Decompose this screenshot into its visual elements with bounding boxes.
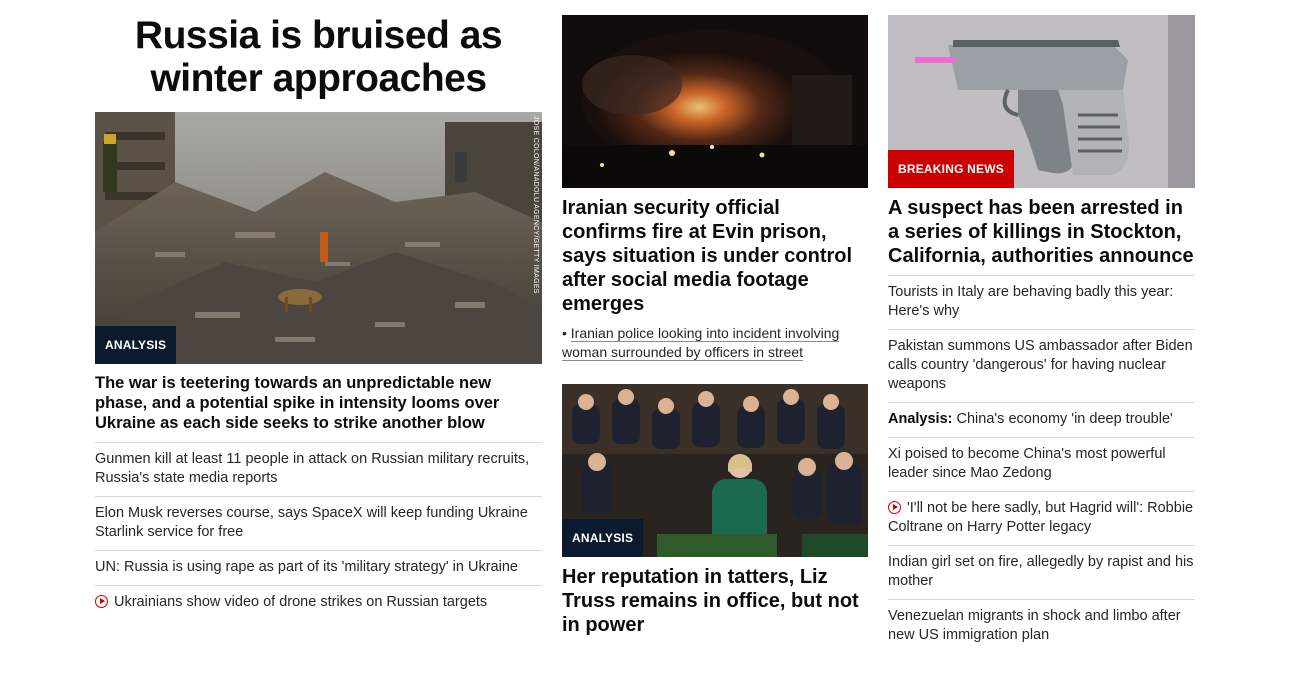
list-item-video[interactable]: 'I'll not be here sadly, but Hagrid will… [888, 492, 1195, 546]
list-item-prefix: Analysis: [888, 411, 953, 427]
gun-photo[interactable]: BREAKING NEWS [888, 15, 1195, 188]
related-link[interactable]: • Iranian police looking into incident i… [562, 324, 868, 362]
list-item-label: China's economy 'in deep trouble' [952, 411, 1173, 427]
column-ukraine: Russia is bruised as winter approaches J… [95, 0, 542, 620]
list-item-label: 'I'll not be here sadly, but Hagrid will… [888, 500, 1194, 535]
list-item-label: Ukrainians show video of drone strikes o… [114, 594, 488, 610]
list-item[interactable]: Indian girl set on fire, allegedly by ra… [888, 546, 1195, 600]
list-item[interactable]: Gunmen kill at least 11 people in attack… [95, 443, 542, 497]
play-icon [95, 595, 108, 608]
headline-list: Gunmen kill at least 11 people in attack… [95, 443, 542, 620]
related-link-label: Iranian police looking into incident inv… [562, 325, 840, 361]
stockton-headline[interactable]: A suspect has been arrested in a series … [888, 196, 1195, 276]
rubble-photo[interactable]: JOSE COLON/ANADOLU AGENCY/GETTY IMAGES A… [95, 112, 542, 364]
list-item[interactable]: UN: Russia is using rape as part of its … [95, 551, 542, 586]
fire-photo[interactable] [562, 15, 868, 188]
parliament-photo[interactable]: ANALYSIS [562, 384, 868, 557]
list-item-label: Tourists in Italy are behaving badly thi… [888, 284, 1174, 319]
list-item-label: Venezuelan migrants in shock and limbo a… [888, 608, 1181, 643]
analysis-badge: ANALYSIS [95, 326, 177, 364]
list-item-video[interactable]: Ukrainians show video of drone strikes o… [95, 586, 542, 620]
lead-headline[interactable]: The war is teetering towards an unpredic… [95, 373, 542, 443]
photo-credit: JOSE COLON/ANADOLU AGENCY/GETTY IMAGES [532, 116, 539, 294]
column-breaking: BREAKING NEWS A suspect has been arreste… [888, 0, 1195, 653]
play-icon [888, 501, 901, 514]
headline-list: Tourists in Italy are behaving badly thi… [888, 276, 1195, 653]
column-middle: Iranian security official confirms fire … [562, 0, 868, 637]
list-item[interactable]: Pakistan summons US ambassador after Bid… [888, 330, 1195, 403]
section-title[interactable]: Russia is bruised as winter approaches [95, 14, 542, 100]
evin-prison-headline[interactable]: Iranian security official confirms fire … [562, 196, 868, 316]
list-item[interactable]: Elon Musk reverses course, says SpaceX w… [95, 497, 542, 551]
night-fire-image [562, 15, 868, 188]
list-item[interactable]: Venezuelan migrants in shock and limbo a… [888, 600, 1195, 653]
list-item-label: Xi poised to become China's most powerfu… [888, 446, 1166, 481]
list-item-label: Indian girl set on fire, allegedly by ra… [888, 554, 1194, 589]
breaking-news-badge: BREAKING NEWS [888, 150, 1014, 188]
list-item[interactable]: Tourists in Italy are behaving badly thi… [888, 276, 1195, 330]
list-item[interactable]: Analysis: China's economy 'in deep troub… [888, 403, 1195, 438]
analysis-badge: ANALYSIS [562, 519, 644, 557]
list-item[interactable]: Xi poised to become China's most powerfu… [888, 438, 1195, 492]
liz-truss-headline[interactable]: Her reputation in tatters, Liz Truss rem… [562, 565, 868, 637]
list-item-label: Pakistan summons US ambassador after Bid… [888, 338, 1193, 392]
